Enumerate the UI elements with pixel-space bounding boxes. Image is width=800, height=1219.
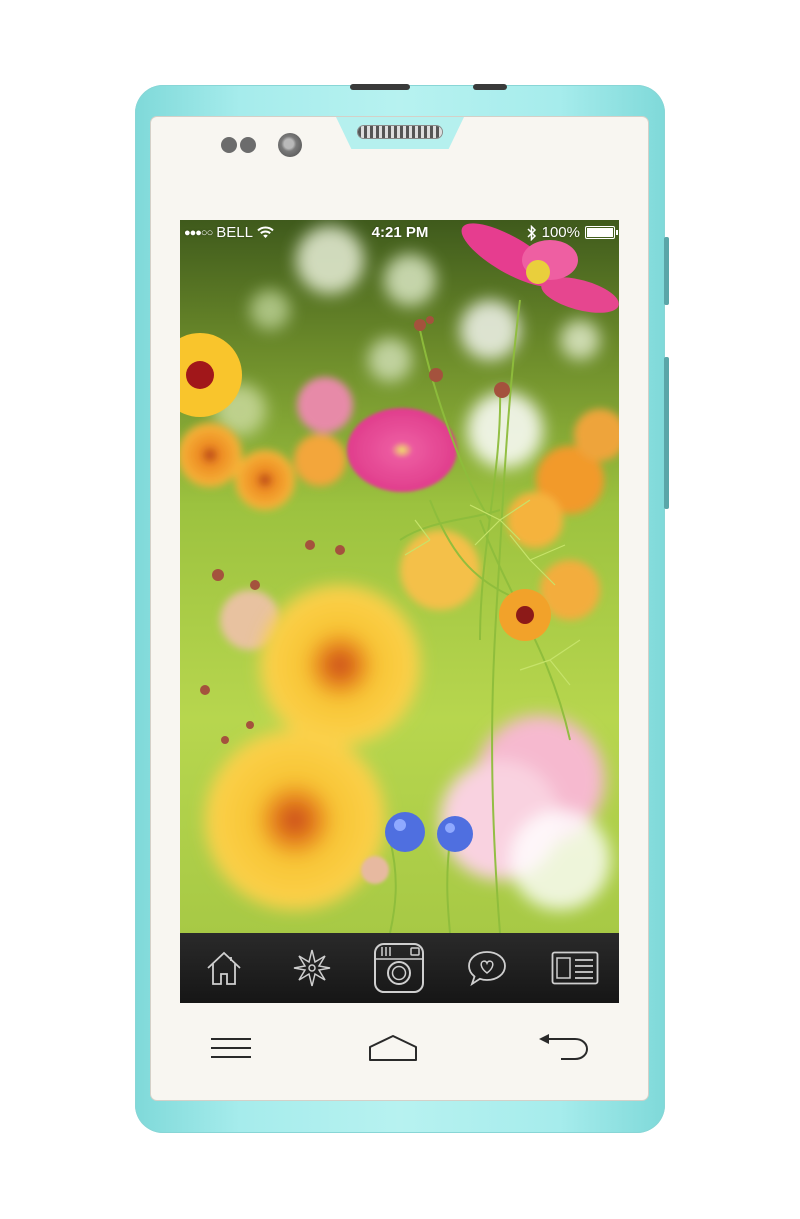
signal-dots-icon: ●●●○○ — [184, 226, 213, 239]
menu-icon — [211, 1038, 251, 1058]
flower-wallpaper — [180, 220, 619, 933]
proximity-sensor — [221, 137, 237, 153]
dock-home[interactable] — [180, 933, 268, 1003]
bluetooth-icon — [527, 224, 536, 241]
layout-panels-icon — [551, 951, 599, 985]
dock-camera[interactable] — [356, 933, 444, 1003]
dock-layout[interactable] — [531, 933, 619, 1003]
back-arrow-icon — [539, 1034, 589, 1060]
battery-icon — [585, 226, 618, 239]
home-icon — [207, 951, 241, 985]
instagram-camera-icon — [374, 943, 425, 993]
dock-compass[interactable] — [268, 933, 356, 1003]
top-jack — [473, 84, 507, 90]
carrier-name: BELL — [216, 224, 253, 241]
battery-fill — [587, 228, 613, 237]
app-dock — [180, 933, 619, 1003]
status-bar: ●●●○○ BELL 4:21 PM 100% — [180, 220, 619, 246]
power-button[interactable] — [664, 357, 669, 509]
light-sensor — [240, 137, 256, 153]
back-button[interactable] — [528, 1028, 598, 1068]
earpiece-speaker — [358, 126, 442, 138]
screen: ●●●○○ BELL 4:21 PM 100% — [180, 220, 619, 1003]
dock-chat[interactable] — [443, 933, 531, 1003]
home-button[interactable] — [358, 1028, 428, 1068]
top-slot — [350, 84, 410, 90]
volume-button[interactable] — [664, 237, 669, 305]
menu-button[interactable] — [196, 1028, 266, 1068]
clock: 4:21 PM — [371, 224, 429, 241]
compass-star-icon — [293, 949, 330, 987]
heart-chat-bubble-icon — [468, 951, 507, 987]
battery-percent: 100% — [541, 224, 580, 241]
wifi-icon — [257, 226, 274, 238]
home-outline-icon — [369, 1035, 417, 1061]
front-camera — [278, 133, 302, 157]
